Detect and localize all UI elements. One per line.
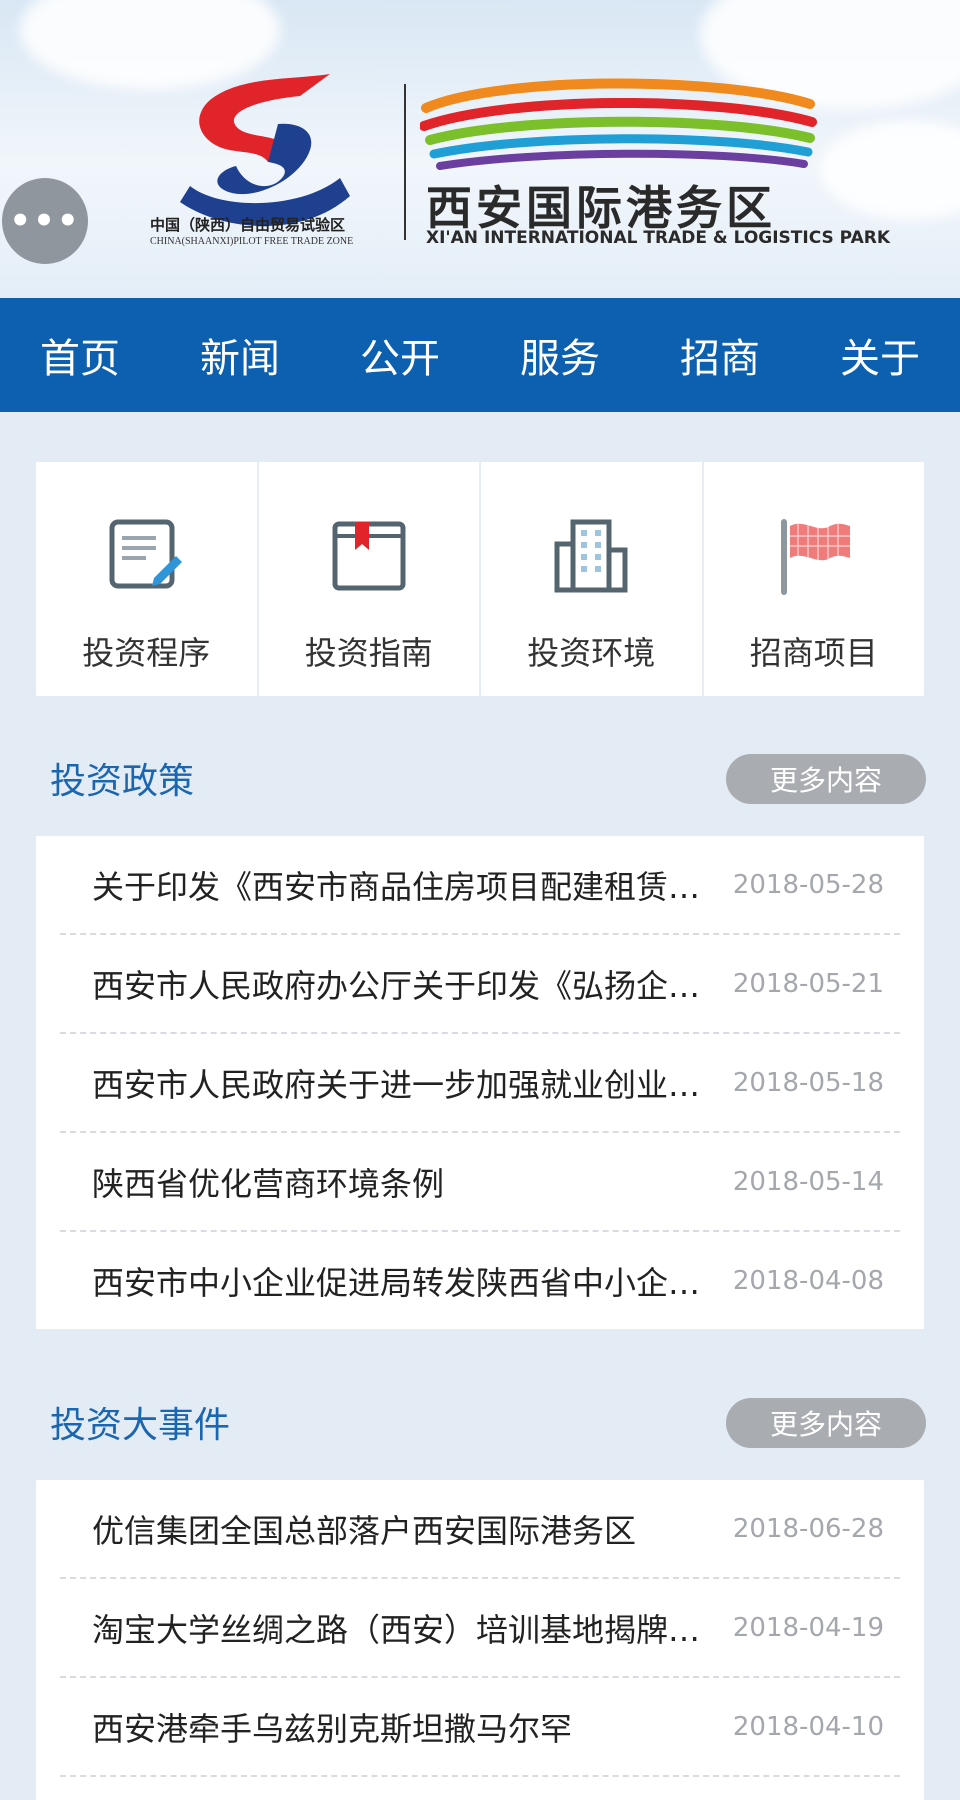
list-item-date: 2018-05-18 [732,1067,884,1098]
list-item-date: 2018-06-28 [732,1513,884,1544]
more-button-policy[interactable]: 更多内容 [726,754,926,804]
logo-divider [404,84,406,240]
list-item-date: 2018-05-14 [732,1166,884,1197]
events-list: 优信集团全国总部落户西安国际港务区 2018-06-28 淘宝大学丝绸之路（西安… [36,1480,924,1800]
nav-investment[interactable]: 招商 [674,326,766,384]
list-item[interactable]: 优信集团全国总部落户西安国际港务区 2018-06-28 [60,1480,900,1579]
left-logo-en: CHINA(SHAANXI)PILOT FREE TRADE ZONE [150,236,354,247]
flag-icon [780,519,850,595]
list-item-title: 关于印发《西安市商品住房项目配建租赁住房管理办法》的通知 [92,867,722,906]
list-item-date: 2018-04-10 [732,1711,884,1742]
list-item[interactable]: 关于印发《西安市商品住房项目配建租赁住房管理办法》的通知 2018-05-28 [60,836,900,935]
more-menu-button[interactable]: ••• [2,178,88,264]
park-logo-arcs [420,78,817,170]
list-item-date: 2018-04-08 [732,1265,884,1296]
list-item-date: 2018-05-28 [732,869,884,900]
list-item[interactable]: 西安港牵手乌兹别克斯坦撒马尔罕 2018-04-10 [60,1678,900,1777]
buildings-icon [554,519,628,593]
nav-about[interactable]: 关于 [834,326,926,384]
more-dots-icon: ••• [9,201,81,241]
list-item-title: 淘宝大学丝绸之路（西安）培训基地揭牌成立 [92,1610,722,1649]
list-item-date: 2018-04-19 [732,1612,884,1643]
quick-link-environment[interactable]: 投资环境 [481,462,704,696]
section-title-policy: 投资政策 [50,761,195,802]
list-item[interactable]: 西安市人民政府办公厅关于印发《弘扬企业家精神实施意见》的通知 2018-05-2… [60,935,900,1034]
quick-links-grid: 投资程序 投资指南 投资环境 招商项目 [36,462,924,696]
bookmark-book-icon [332,521,406,591]
quick-link-label: 投资指南 [304,634,433,672]
main-nav: 首页 新闻 公开 服务 招商 关于 [0,298,960,412]
list-item-title: 西安港牵手乌兹别克斯坦撒马尔罕 [92,1709,573,1748]
quick-link-label: 投资环境 [527,634,656,672]
quick-link-label: 招商项目 [749,634,878,672]
list-item-title: 优信集团全国总部落户西安国际港务区 [92,1511,637,1550]
more-button-events[interactable]: 更多内容 [726,1398,926,1448]
section-title-events: 投资大事件 [50,1405,231,1446]
quick-link-guide[interactable]: 投资指南 [259,462,481,696]
document-edit-icon [109,519,183,589]
nav-service[interactable]: 服务 [514,326,606,384]
policy-list: 关于印发《西安市商品住房项目配建租赁住房管理办法》的通知 2018-05-28 … [36,836,924,1329]
list-item-title: 西安市中小企业促进局转发陕西省中小企业促进局相关通知 [92,1263,722,1302]
list-item[interactable]: 淘宝大学丝绸之路（西安）培训基地揭牌成立 2018-04-19 [60,1579,900,1678]
left-logo-cn: 中国（陕西）自由贸易试验区 [150,216,346,234]
list-item-title: 西安市人民政府办公厅关于印发《弘扬企业家精神实施意见》的通知 [92,966,722,1005]
list-item[interactable]: 西安市中小企业促进局转发陕西省中小企业促进局相关通知 2018-04-08 [60,1232,900,1329]
list-item[interactable]: 西安市人民政府关于进一步加强就业创业工作的实施意见 2018-05-18 [60,1034,900,1133]
list-item-date: 2018-05-21 [732,968,884,999]
nav-home[interactable]: 首页 [34,326,126,384]
quick-link-procedure[interactable]: 投资程序 [36,462,259,696]
park-name-en: XI'AN INTERNATIONAL TRADE & LOGISTICS PA… [426,228,890,248]
header-banner: ••• 中国（陕西）自由贸易试验区 CHINA(SHAANXI)PILOT FR… [0,0,960,298]
nav-public[interactable]: 公开 [354,326,446,384]
quick-link-projects[interactable]: 招商项目 [704,462,925,696]
list-item[interactable]: 陕西省优化营商环境条例 2018-05-14 [60,1133,900,1232]
list-item-title: 陕西省优化营商环境条例 [92,1164,445,1203]
list-item-title: 西安市人民政府关于进一步加强就业创业工作的实施意见 [92,1065,722,1104]
quick-link-label: 投资程序 [82,634,211,672]
nav-news[interactable]: 新闻 [194,326,286,384]
